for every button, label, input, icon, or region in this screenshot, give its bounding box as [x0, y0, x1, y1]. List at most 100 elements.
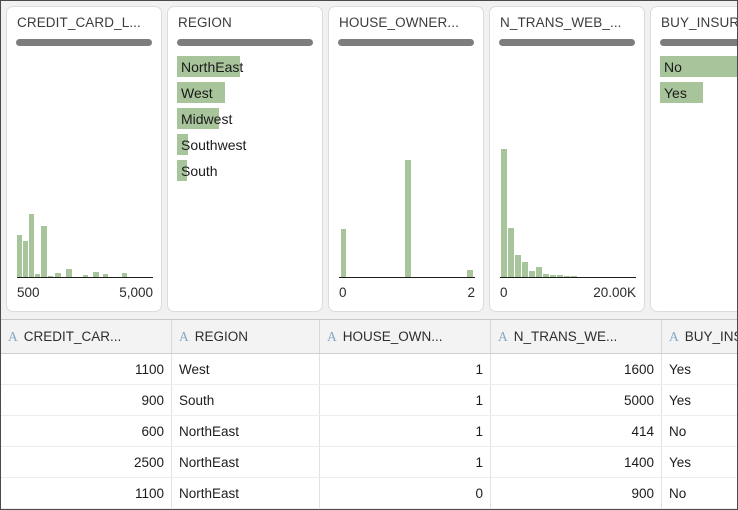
table-cell[interactable]: 1100	[1, 353, 172, 385]
table-cell[interactable]: South	[171, 384, 320, 416]
category-bar-label: NorthEast	[181, 59, 244, 75]
table-cell[interactable]: 900	[1, 384, 172, 416]
table-cell[interactable]: 1	[319, 415, 491, 447]
category-bar-label: Midwest	[181, 111, 233, 127]
column-header[interactable]: A REGION	[171, 320, 320, 354]
histogram-plot	[17, 53, 153, 277]
category-bar-label: Yes	[664, 85, 687, 101]
text-type-icon: A	[327, 328, 337, 344]
column-header[interactable]: A HOUSE_OWN...	[319, 320, 491, 354]
data-table: A CREDIT_CAR... A REGION A HOUSE_OWN... A N_TRA…	[1, 320, 737, 509]
category-bar-row[interactable]: Midwest	[177, 106, 316, 132]
category-bar-label: Southwest	[181, 137, 247, 153]
card-scrollbar[interactable]	[499, 39, 635, 46]
histogram-bar	[405, 160, 411, 277]
histogram: 02	[339, 53, 475, 303]
histogram-bar	[341, 229, 346, 277]
profile-card-region[interactable]: REGION NorthEast West Midwest Southwest South	[167, 6, 323, 312]
table-cell[interactable]: 1	[319, 446, 491, 478]
histogram-bar	[508, 228, 514, 277]
column-header[interactable]: A CREDIT_CAR...	[1, 320, 172, 354]
data-grid[interactable]: A CREDIT_CAR... A REGION A HOUSE_OWN... A N_TRA…	[1, 319, 737, 509]
column-header-label: CREDIT_CAR...	[23, 328, 122, 344]
category-bar-row[interactable]: South	[177, 158, 316, 184]
axis-tick-min: 0	[500, 285, 508, 300]
table-cell[interactable]: 900	[490, 477, 662, 509]
table-cell[interactable]: NorthEast	[171, 415, 320, 447]
card-title: HOUSE_OWNER...	[339, 15, 459, 30]
table-row[interactable]: 2500 NorthEast 1 1400 Yes	[1, 446, 737, 478]
table-row[interactable]: 900 South 1 5000 Yes	[1, 384, 737, 416]
category-bar-list: No Yes	[660, 54, 737, 106]
histogram-plot	[500, 53, 636, 277]
table-cell[interactable]: NorthEast	[171, 477, 320, 509]
table-cell[interactable]: No	[661, 415, 737, 447]
axis-tick-max: 5,000	[119, 285, 153, 300]
table-row[interactable]: 1100 West 1 1600 Yes	[1, 353, 737, 385]
axis-tick-min: 500	[17, 285, 40, 300]
histogram-bar	[515, 255, 521, 277]
column-header-label: HOUSE_OWN...	[342, 328, 443, 344]
histogram-bar	[522, 262, 528, 277]
histogram-plot	[339, 53, 475, 277]
category-bar-row[interactable]: West	[177, 80, 316, 106]
card-title: BUY_INSURANCE	[661, 15, 738, 30]
table-cell[interactable]: 0	[319, 477, 491, 509]
card-title: N_TRANS_WEB_...	[500, 15, 622, 30]
table-cell[interactable]: No	[661, 477, 737, 509]
histogram-bar	[501, 149, 507, 277]
histogram-axis-ticks: 02	[339, 280, 475, 300]
histogram-axis-line	[339, 276, 475, 278]
profile-card-buy-insurance[interactable]: BUY_INSURANCE No Yes	[650, 6, 738, 312]
table-cell[interactable]: 600	[1, 415, 172, 447]
category-bar-row[interactable]: Yes	[660, 80, 737, 106]
table-cell[interactable]: NorthEast	[171, 446, 320, 478]
card-scrollbar[interactable]	[16, 39, 152, 46]
table-cell[interactable]: Yes	[661, 384, 737, 416]
profile-card-credit-card-l-[interactable]: CREDIT_CARD_L... 500 5,000	[6, 6, 162, 312]
histogram-axis-ticks: 500 5,000	[17, 280, 153, 300]
histogram-axis-line	[500, 276, 636, 278]
table-cell[interactable]: 1400	[490, 446, 662, 478]
table-body: 1100 West 1 1600 Yes 900 South 1 5000 Yes 600 North…	[1, 353, 737, 509]
column-header-label: N_TRANS_WE...	[513, 328, 618, 344]
category-bar-label: South	[181, 163, 218, 179]
column-header-label: BUY_INSURA...	[684, 328, 737, 344]
table-cell[interactable]: West	[171, 353, 320, 385]
card-scrollbar[interactable]	[660, 39, 737, 46]
table-cell[interactable]: Yes	[661, 446, 737, 478]
column-header[interactable]: A BUY_INSURA...	[661, 320, 737, 354]
table-cell[interactable]: 5000	[490, 384, 662, 416]
table-header-row: A CREDIT_CAR... A REGION A HOUSE_OWN... A N_TRA…	[1, 320, 737, 354]
table-header: A CREDIT_CAR... A REGION A HOUSE_OWN... A N_TRA…	[1, 320, 737, 354]
histogram-bar	[23, 241, 28, 277]
card-title: REGION	[178, 15, 232, 30]
table-cell[interactable]: 1	[319, 384, 491, 416]
profile-card-house-owner-[interactable]: HOUSE_OWNER... 0 2	[328, 6, 484, 312]
text-type-icon: A	[498, 328, 508, 344]
table-row[interactable]: 1100 NorthEast 0 900 No	[1, 477, 737, 509]
category-bar-row[interactable]: No	[660, 54, 737, 80]
table-cell[interactable]: 414	[490, 415, 662, 447]
table-row[interactable]: 600 NorthEast 1 414 No	[1, 415, 737, 447]
histogram-bar	[17, 235, 22, 277]
card-scrollbar[interactable]	[338, 39, 474, 46]
category-bar-list: NorthEast West Midwest Southwest South	[177, 54, 316, 184]
column-header[interactable]: A N_TRANS_WE...	[490, 320, 662, 354]
card-scrollbar[interactable]	[177, 39, 313, 46]
histogram-axis-ticks: 0 20.00K	[500, 280, 636, 300]
profile-card-n-trans-web-[interactable]: N_TRANS_WEB_... 0 20.00K	[489, 6, 645, 312]
category-bar-row[interactable]: Southwest	[177, 132, 316, 158]
table-cell[interactable]: 2500	[1, 446, 172, 478]
table-cell[interactable]: 1600	[490, 353, 662, 385]
text-type-icon: A	[669, 328, 679, 344]
table-cell[interactable]: Yes	[661, 353, 737, 385]
table-cell[interactable]: 1100	[1, 477, 172, 509]
table-cell[interactable]: 1	[319, 353, 491, 385]
category-bar-row[interactable]: NorthEast	[177, 54, 316, 80]
histogram: 500 5,000	[17, 53, 153, 303]
data-explorer-window: CREDIT_CARD_L... 500 5,000 REGION NorthEast W…	[0, 0, 738, 510]
text-type-icon: A	[179, 328, 189, 344]
category-bar-label: West	[181, 85, 213, 101]
histogram-bar	[29, 214, 34, 277]
